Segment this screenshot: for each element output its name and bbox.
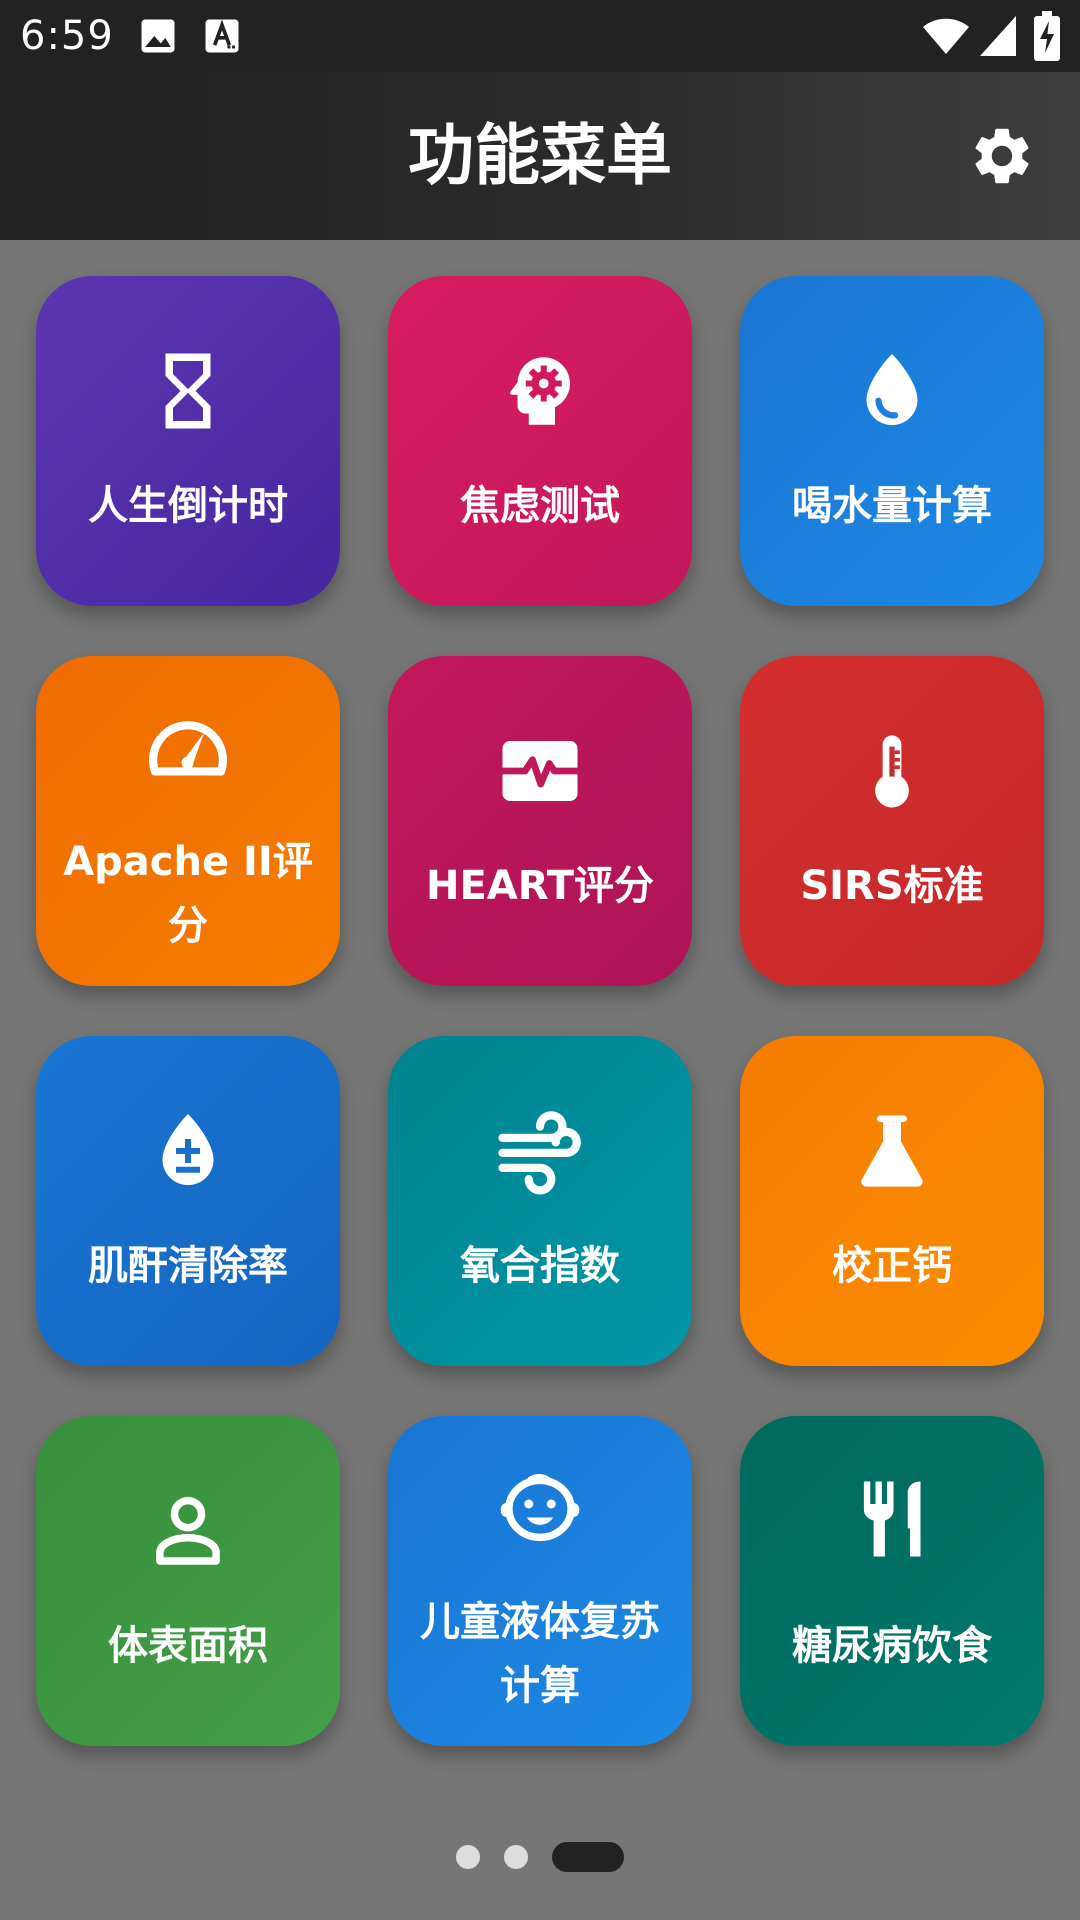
baby-face-icon [500, 1474, 580, 1542]
tile-label: 校正钙 [832, 1243, 952, 1289]
tile-label: 肌酐清除率 [88, 1243, 288, 1289]
text-a-icon [205, 19, 239, 53]
tile-label: 体表面积 [108, 1623, 268, 1669]
tile-label: 焦虑测试 [460, 483, 620, 529]
tile-apache-ii-score[interactable]: Apache II评分 [36, 656, 340, 986]
speedometer-icon [149, 721, 227, 776]
status-time: 6:59 [20, 13, 114, 59]
page-title: 功能菜单 [408, 117, 672, 194]
tile-label: HEART评分 [425, 863, 655, 909]
tile-corrected-calcium[interactable]: 校正钙 [740, 1036, 1044, 1366]
tile-sirs-criteria[interactable]: SIRS标准 [740, 656, 1044, 986]
tile-label: 氧合指数 [460, 1243, 620, 1289]
water-drop-icon [866, 354, 918, 426]
tile-label: 人生倒计时 [88, 483, 288, 529]
tile-label: 喝水量计算 [792, 483, 992, 529]
battery-charging-icon [1034, 11, 1060, 61]
thermometer-icon [875, 735, 909, 808]
heart-monitor-icon [502, 741, 578, 801]
tile-label: Apache II评分 [63, 839, 313, 949]
tile-heart-score[interactable]: HEART评分 [388, 656, 692, 986]
tile-label: SIRS标准 [800, 863, 984, 909]
tile-diabetes-diet[interactable]: 糖尿病饮食 [740, 1416, 1044, 1746]
wind-icon [498, 1111, 581, 1195]
app-bar: 功能菜单 [0, 72, 1080, 240]
page-dot-1[interactable] [456, 1845, 480, 1869]
signal-icon [980, 16, 1016, 56]
tile-creatinine-clearance[interactable]: 肌酐清除率 [36, 1036, 340, 1366]
drop-plus-minus-icon [162, 1114, 214, 1186]
person-icon [156, 1496, 220, 1565]
tile-anxiety-test[interactable]: 焦虑测试 [388, 276, 692, 606]
image-icon [141, 19, 175, 53]
tile-label: 糖尿病饮食 [792, 1623, 992, 1669]
status-bar: 6:59 [0, 0, 1080, 72]
page-indicator [0, 1840, 1080, 1874]
head-gear-icon [510, 357, 570, 425]
gear-icon[interactable] [968, 122, 1036, 190]
tile-label: 儿童液体复苏计算 [420, 1599, 660, 1709]
tile-oxygenation-index[interactable]: 氧合指数 [388, 1036, 692, 1366]
tile-life-countdown[interactable]: 人生倒计时 [36, 276, 340, 606]
flask-icon [861, 1115, 923, 1187]
fork-knife-icon [863, 1481, 921, 1557]
page-dot-3-active[interactable] [552, 1842, 624, 1872]
tile-body-surface-area[interactable]: 体表面积 [36, 1416, 340, 1746]
hourglass-icon [165, 353, 211, 429]
wifi-icon [923, 18, 969, 54]
page-dot-2[interactable] [504, 1845, 528, 1869]
tile-water-intake[interactable]: 喝水量计算 [740, 276, 1044, 606]
menu-grid: 人生倒计时 焦虑测试 喝水量计算 Apache II评分 HEART评分 SIR… [36, 276, 1044, 1746]
tile-pediatric-fluid-resuscitation[interactable]: 儿童液体复苏计算 [388, 1416, 692, 1746]
